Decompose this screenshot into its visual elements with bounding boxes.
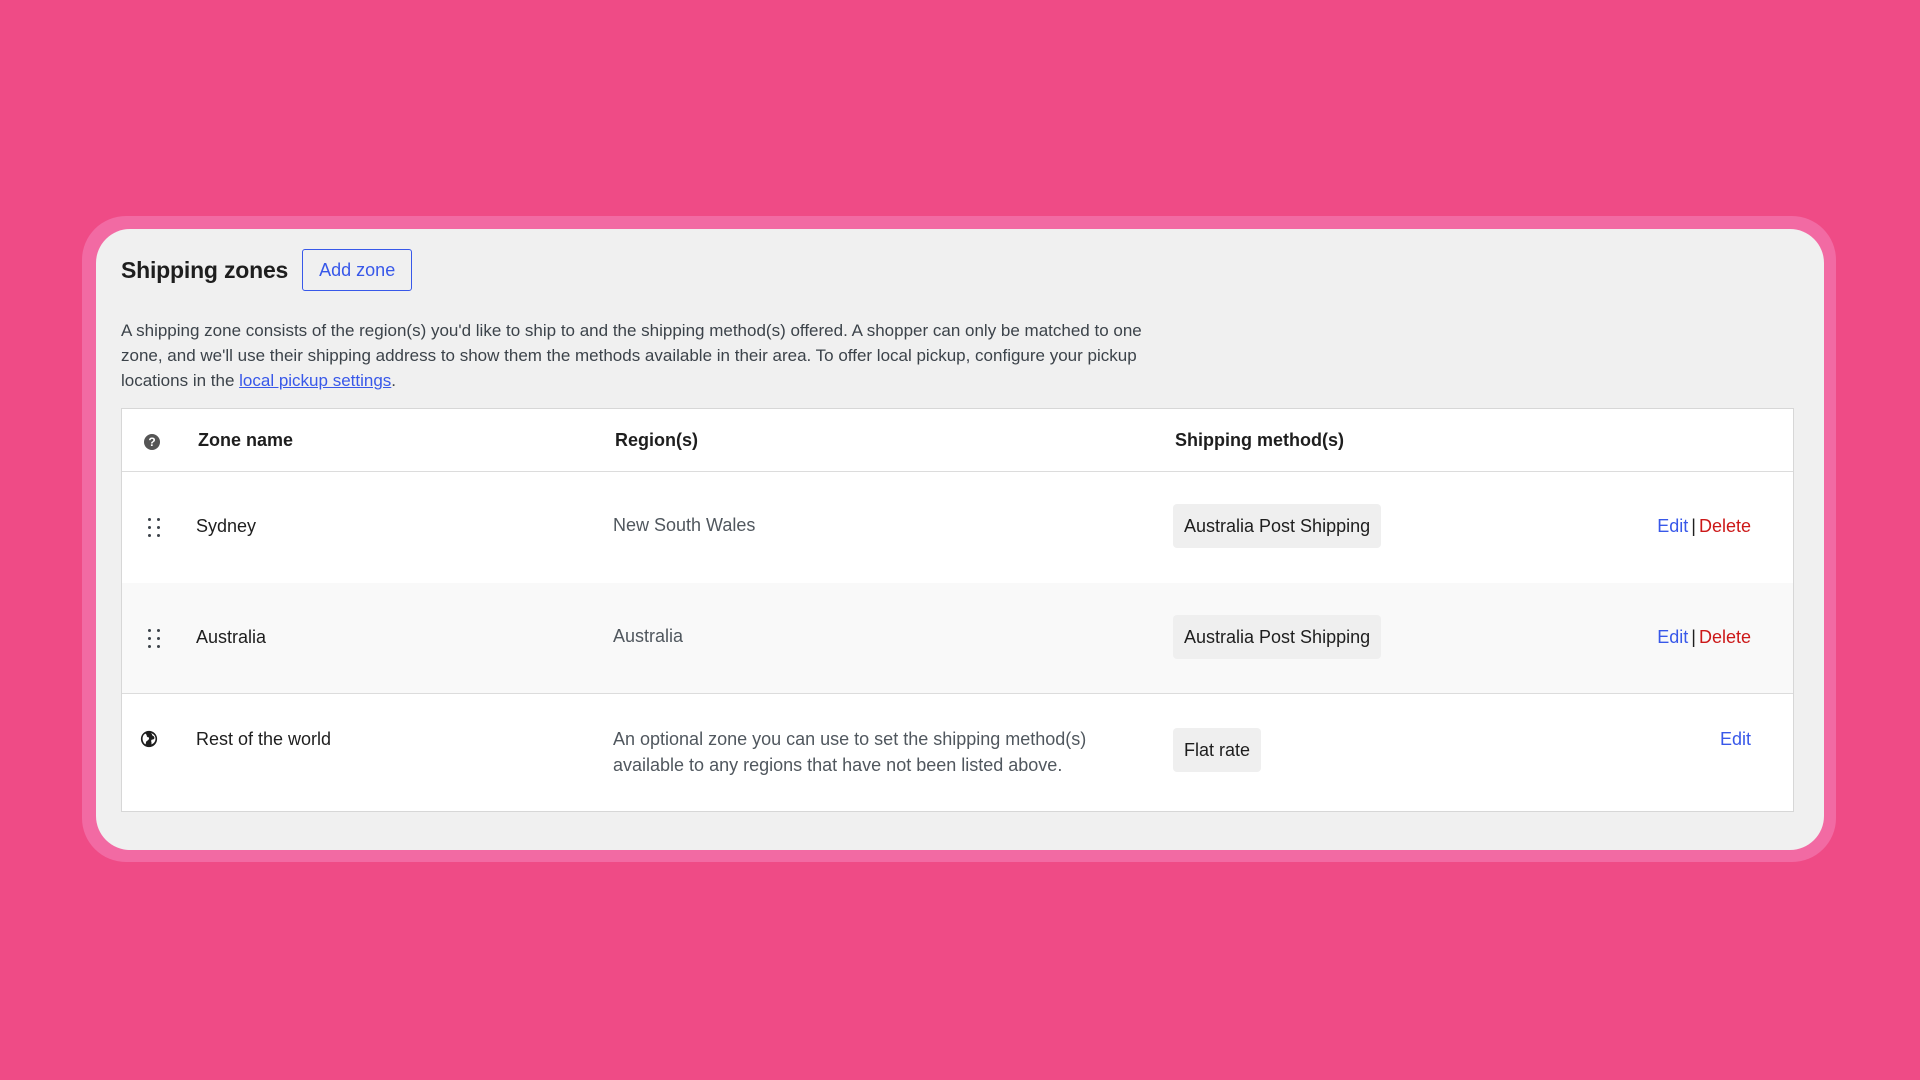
zone-region: Australia	[613, 626, 684, 646]
help-icon[interactable]: ?	[144, 434, 160, 450]
shipping-method-badge: Australia Post Shipping	[1173, 504, 1382, 548]
edit-zone-link[interactable]: Edit	[1657, 627, 1688, 647]
table-row: Australia Australia Australia Post Shipp…	[122, 583, 1793, 694]
section-description: A shipping zone consists of the region(s…	[121, 318, 1171, 393]
page-title: Shipping zones	[121, 256, 289, 283]
column-header-shipping-methods: Shipping method(s)	[1175, 430, 1344, 450]
description-end: .	[391, 371, 397, 390]
zone-name: Rest of the world	[196, 729, 332, 749]
zone-region: New South Wales	[613, 515, 756, 535]
local-pickup-settings-link[interactable]: local pickup settings	[239, 371, 391, 390]
column-header-regions: Region(s)	[615, 430, 698, 450]
shipping-method-badge: Flat rate	[1173, 728, 1262, 772]
globe-icon	[140, 730, 158, 748]
action-separator: |	[1691, 516, 1696, 536]
edit-zone-link[interactable]: Edit	[1720, 729, 1751, 749]
drag-handle-icon[interactable]	[148, 518, 160, 538]
row-actions: Edit	[1720, 729, 1751, 750]
shipping-zones-table: ? Zone name Region(s) Shipping method(s)…	[121, 408, 1794, 812]
edit-zone-link[interactable]: Edit	[1657, 516, 1688, 536]
action-separator: |	[1691, 627, 1696, 647]
shipping-method-badge: Australia Post Shipping	[1173, 615, 1382, 659]
zone-name: Sydney	[196, 516, 257, 536]
section-header: Shipping zones Add zone	[121, 249, 413, 291]
delete-zone-link[interactable]: Delete	[1699, 627, 1751, 647]
zone-region-description-line-2: available to any regions that have not b…	[613, 755, 1063, 775]
column-header-zone-name: Zone name	[198, 430, 294, 450]
drag-handle-icon[interactable]	[148, 629, 160, 649]
table-row: Sydney New South Wales Australia Post Sh…	[122, 472, 1793, 583]
delete-zone-link[interactable]: Delete	[1699, 516, 1751, 536]
zone-region-description: An optional zone you can use to set the …	[613, 726, 1086, 778]
row-actions: Edit | Delete	[1657, 516, 1751, 537]
row-actions: Edit | Delete	[1657, 627, 1751, 648]
zone-region-description-line-1: An optional zone you can use to set the …	[613, 729, 1087, 749]
zone-name: Australia	[196, 627, 267, 647]
table-row-rest-of-world: Rest of the world An optional zone you c…	[122, 695, 1793, 811]
add-zone-button[interactable]: Add zone	[302, 249, 413, 291]
table-header: ? Zone name Region(s) Shipping method(s)	[122, 409, 1793, 472]
